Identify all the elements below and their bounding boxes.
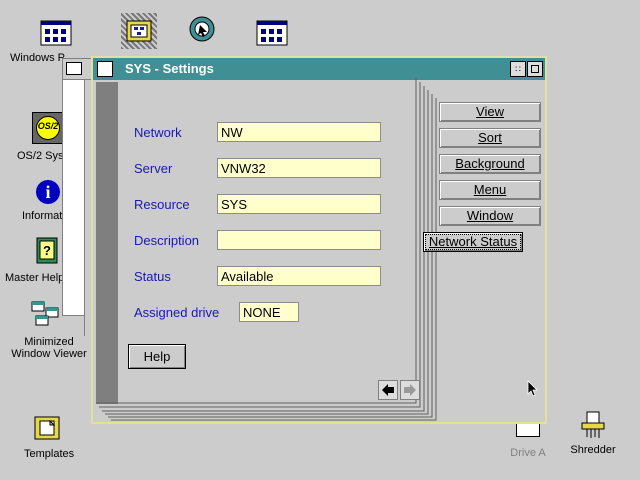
- desktop-icon-label: Window Viewer: [11, 348, 87, 360]
- tab-menu[interactable]: Menu: [439, 180, 541, 200]
- startup-icon: [189, 16, 215, 42]
- assigned-drive-field[interactable]: NONE: [239, 302, 299, 322]
- desktop-icon-label: Minimized: [24, 336, 74, 348]
- description-field[interactable]: [217, 230, 381, 250]
- desktop-icon-label: Drive A: [510, 447, 546, 459]
- window-title: SYS - Settings: [125, 61, 214, 76]
- window-viewer-icon: [31, 301, 59, 326]
- desktop-icon-startup[interactable]: [188, 15, 218, 45]
- server-label: Server: [134, 161, 173, 176]
- templates-icon: [34, 416, 60, 440]
- previous-page-button[interactable]: [378, 380, 398, 400]
- arrow-left-icon: [382, 384, 394, 396]
- folder-icon: [66, 62, 82, 75]
- os2-badge: OS/2: [37, 121, 59, 131]
- arrow-right-icon: [404, 384, 416, 396]
- desktop-icon-program-group[interactable]: [256, 20, 288, 48]
- program-group-icon: [40, 20, 72, 46]
- information-icon: i: [36, 180, 60, 204]
- svg-text:?: ?: [43, 243, 51, 258]
- resource-field[interactable]: SYS: [217, 194, 381, 214]
- settings-window[interactable]: SYS - Settings ∷ Network NW Server VNW32…: [91, 56, 547, 424]
- program-group-icon: [256, 20, 288, 46]
- desktop-icon-label: OS/2 Sys: [17, 150, 64, 162]
- desktop-icon-templates[interactable]: Templates: [18, 414, 78, 460]
- assigned-drive-label: Assigned drive: [134, 305, 220, 320]
- desktop-icon-label: Templates: [24, 448, 75, 460]
- os2-system-icon: OS/2: [32, 112, 64, 144]
- shredder-icon: [581, 411, 605, 438]
- minimize-icon: ∷: [515, 64, 521, 74]
- desktop-icon-shredder[interactable]: Shredder: [566, 410, 620, 456]
- description-label: Description: [134, 233, 200, 248]
- tab-network-status[interactable]: Network Status: [423, 232, 523, 252]
- next-page-button[interactable]: [400, 380, 420, 400]
- desktop-icon-os2-system[interactable]: OS/2 OS/2 Sys: [10, 112, 70, 162]
- tab-window[interactable]: Window: [439, 206, 541, 226]
- mouse-pointer-icon: [527, 380, 538, 397]
- maximize-icon: [531, 65, 539, 73]
- tab-sort[interactable]: Sort: [439, 128, 541, 148]
- resource-label: Resource: [134, 197, 190, 212]
- desktop-icon-selected[interactable]: [121, 13, 157, 49]
- server-field[interactable]: VNW32: [217, 158, 381, 178]
- system-menu-icon[interactable]: [97, 61, 113, 77]
- window-titlebar[interactable]: SYS - Settings ∷: [93, 58, 545, 80]
- help-book-icon: ?: [36, 237, 58, 264]
- desktop-icon-label: Shredder: [570, 444, 616, 456]
- help-button[interactable]: Help: [128, 344, 186, 369]
- tab-background[interactable]: Background: [439, 154, 541, 174]
- desktop-icon-label: Informat: [22, 210, 63, 222]
- desktop-icon-information[interactable]: i Informat: [18, 180, 68, 222]
- network-label: Network: [134, 125, 182, 140]
- minimize-button[interactable]: ∷: [510, 61, 526, 77]
- tab-view[interactable]: View: [439, 102, 541, 122]
- network-folder-icon: [126, 20, 152, 42]
- network-field[interactable]: NW: [217, 122, 381, 142]
- status-field[interactable]: Available: [217, 266, 381, 286]
- status-label: Status: [134, 269, 171, 284]
- maximize-button[interactable]: [527, 61, 543, 77]
- desktop-icon-drive-a[interactable]: Drive A: [500, 418, 556, 459]
